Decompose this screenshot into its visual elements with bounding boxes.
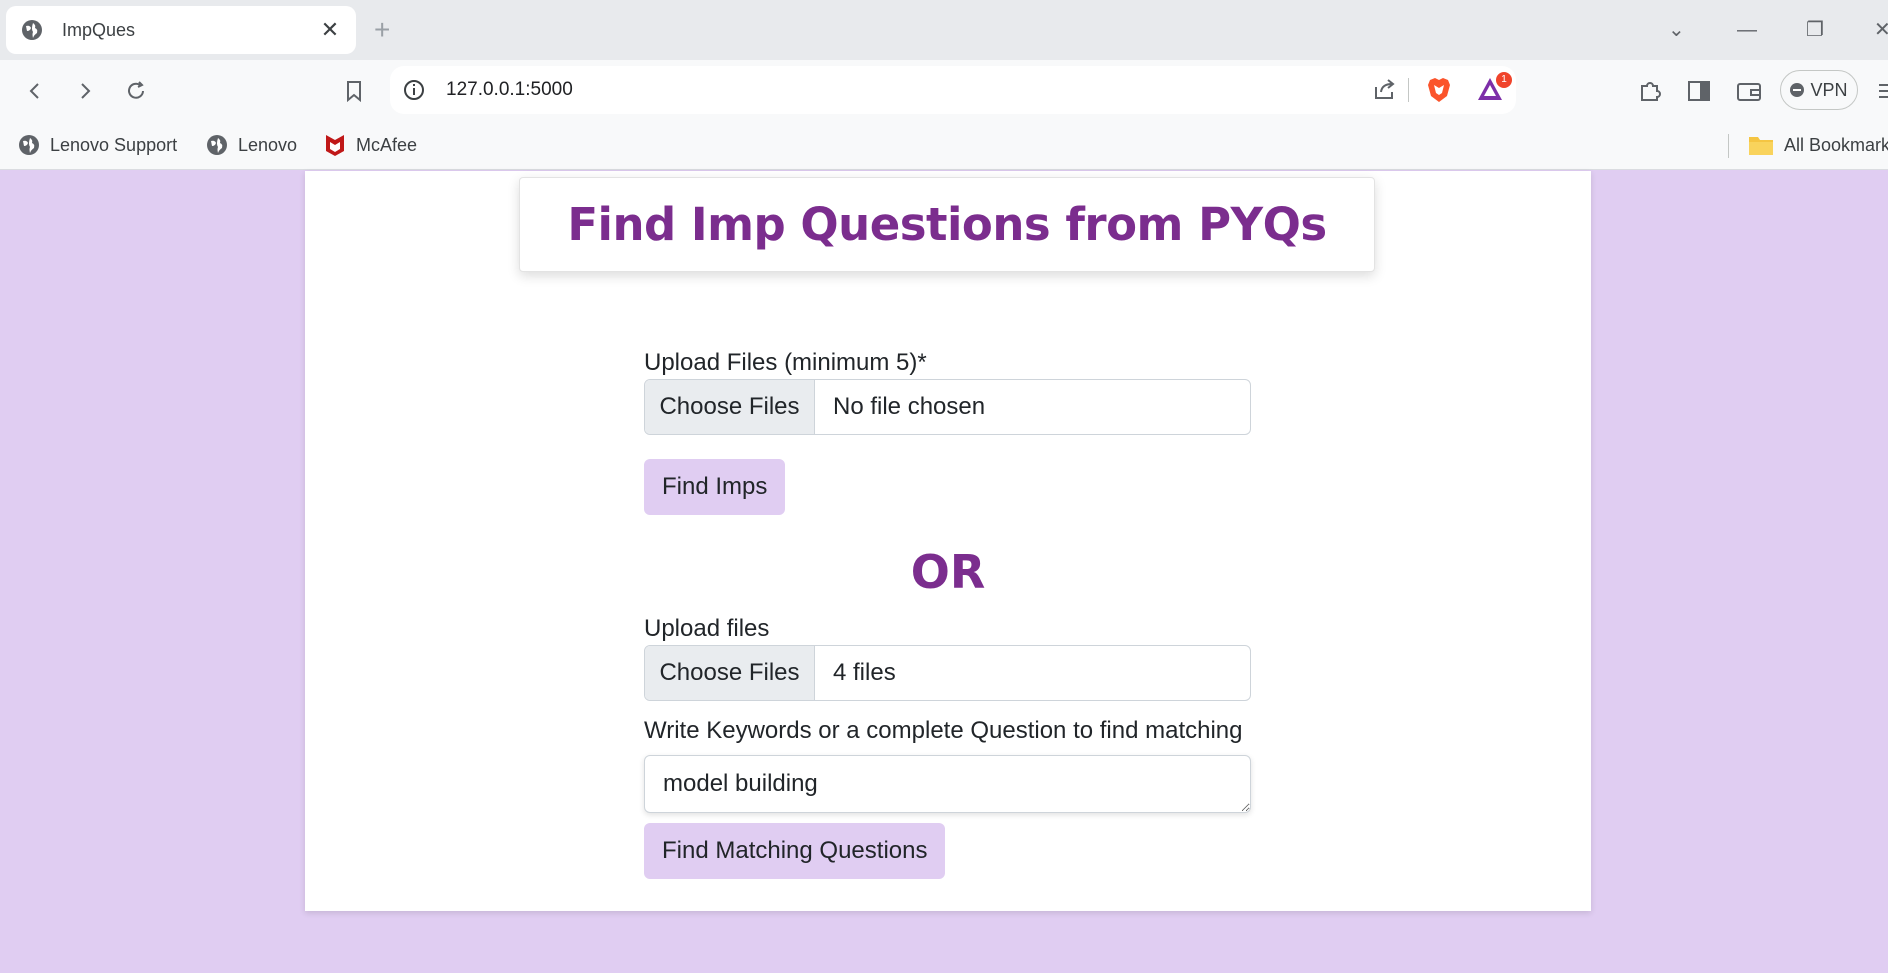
tab-search-chevron-icon[interactable]: ⌄	[1668, 14, 1685, 46]
page-background: Find Imp Questions from PYQs Upload File…	[0, 171, 1888, 973]
page-title: Find Imp Questions from PYQs	[567, 198, 1327, 251]
rewards-badge: 1	[1496, 72, 1512, 88]
keywords-textarea[interactable]: model building	[644, 755, 1251, 813]
bookmark-lenovo-support[interactable]: Lenovo Support	[18, 130, 177, 160]
mcafee-icon	[326, 135, 344, 156]
find-matching-form: Upload files Choose Files 4 files Write …	[644, 615, 1251, 879]
upload-files-label: Upload files	[644, 615, 770, 642]
extensions-icon[interactable]	[1635, 76, 1665, 106]
globe-icon	[19, 135, 39, 155]
upload-files-label: Upload Files (minimum 5)*	[644, 349, 927, 376]
share-icon[interactable]	[1372, 76, 1398, 107]
vpn-button[interactable]: VPN	[1780, 70, 1858, 110]
bookmark-mcafee[interactable]: McAfee	[324, 130, 417, 160]
bookmark-label: Lenovo	[238, 134, 298, 155]
find-matching-questions-button[interactable]: Find Matching Questions	[644, 823, 946, 879]
heading-box: Find Imp Questions from PYQs	[519, 177, 1375, 272]
file-status: 4 files	[833, 659, 896, 686]
file-input-imps[interactable]: Choose Files No file chosen	[644, 379, 1251, 435]
site-info-icon[interactable]	[402, 78, 426, 102]
folder-icon	[1749, 137, 1773, 155]
reload-icon[interactable]	[119, 74, 153, 108]
menu-icon[interactable]	[1872, 76, 1888, 106]
find-imps-form: Upload Files (minimum 5)* Choose Files N…	[644, 349, 1251, 515]
globe-icon	[20, 18, 44, 42]
bookmark-label: McAfee	[356, 134, 418, 155]
bookmarks-divider	[1728, 134, 1729, 158]
bookmark-label: Lenovo Support	[50, 134, 178, 155]
minimize-icon[interactable]: —	[1737, 14, 1757, 46]
globe-icon	[207, 135, 227, 155]
back-icon[interactable]	[18, 74, 52, 108]
file-input-matching[interactable]: Choose Files 4 files	[644, 645, 1251, 701]
keywords-label: Write Keywords or a complete Question to…	[644, 717, 1243, 744]
brave-shields-icon[interactable]	[1426, 76, 1452, 109]
url-text[interactable]: 127.0.0.1:5000	[446, 78, 573, 102]
bookmarks-bar: Lenovo Support Lenovo McAfee All Bookmar…	[0, 120, 1888, 170]
browser-toolbar: 127.0.0.1:5000 1 VPN	[0, 60, 1888, 120]
wallet-icon[interactable]	[1734, 76, 1764, 106]
omnibox-divider	[1408, 78, 1409, 102]
forward-icon[interactable]	[68, 74, 102, 108]
vpn-status-icon	[1790, 83, 1805, 97]
new-tab-icon[interactable]: +	[374, 14, 390, 46]
choose-files-button[interactable]: Choose Files	[645, 646, 815, 700]
tab-title: ImpQues	[62, 19, 136, 40]
all-bookmarks-label: All Bookmarks	[1784, 134, 1888, 155]
close-window-icon[interactable]: ✕	[1874, 14, 1888, 46]
file-status: No file chosen	[833, 393, 986, 420]
close-tab-icon[interactable]: ✕	[318, 17, 342, 43]
browser-tab[interactable]: ImpQues ✕	[6, 6, 356, 54]
tab-bar: ImpQues ✕ + ⌄ — ❐ ✕	[0, 0, 1888, 60]
bookmark-icon[interactable]	[337, 74, 371, 108]
all-bookmarks[interactable]: All Bookmarks	[1748, 130, 1888, 160]
restore-icon[interactable]: ❐	[1806, 14, 1824, 46]
main-card: Find Imp Questions from PYQs Upload File…	[305, 171, 1591, 911]
bookmark-lenovo[interactable]: Lenovo	[206, 130, 297, 160]
or-divider: OR	[910, 545, 986, 599]
sidebar-icon[interactable]	[1684, 76, 1714, 106]
address-bar[interactable]: 127.0.0.1:5000 1	[390, 66, 1516, 114]
choose-files-button[interactable]: Choose Files	[645, 380, 815, 434]
vpn-label: VPN	[1810, 79, 1848, 100]
find-imps-button[interactable]: Find Imps	[644, 459, 786, 515]
